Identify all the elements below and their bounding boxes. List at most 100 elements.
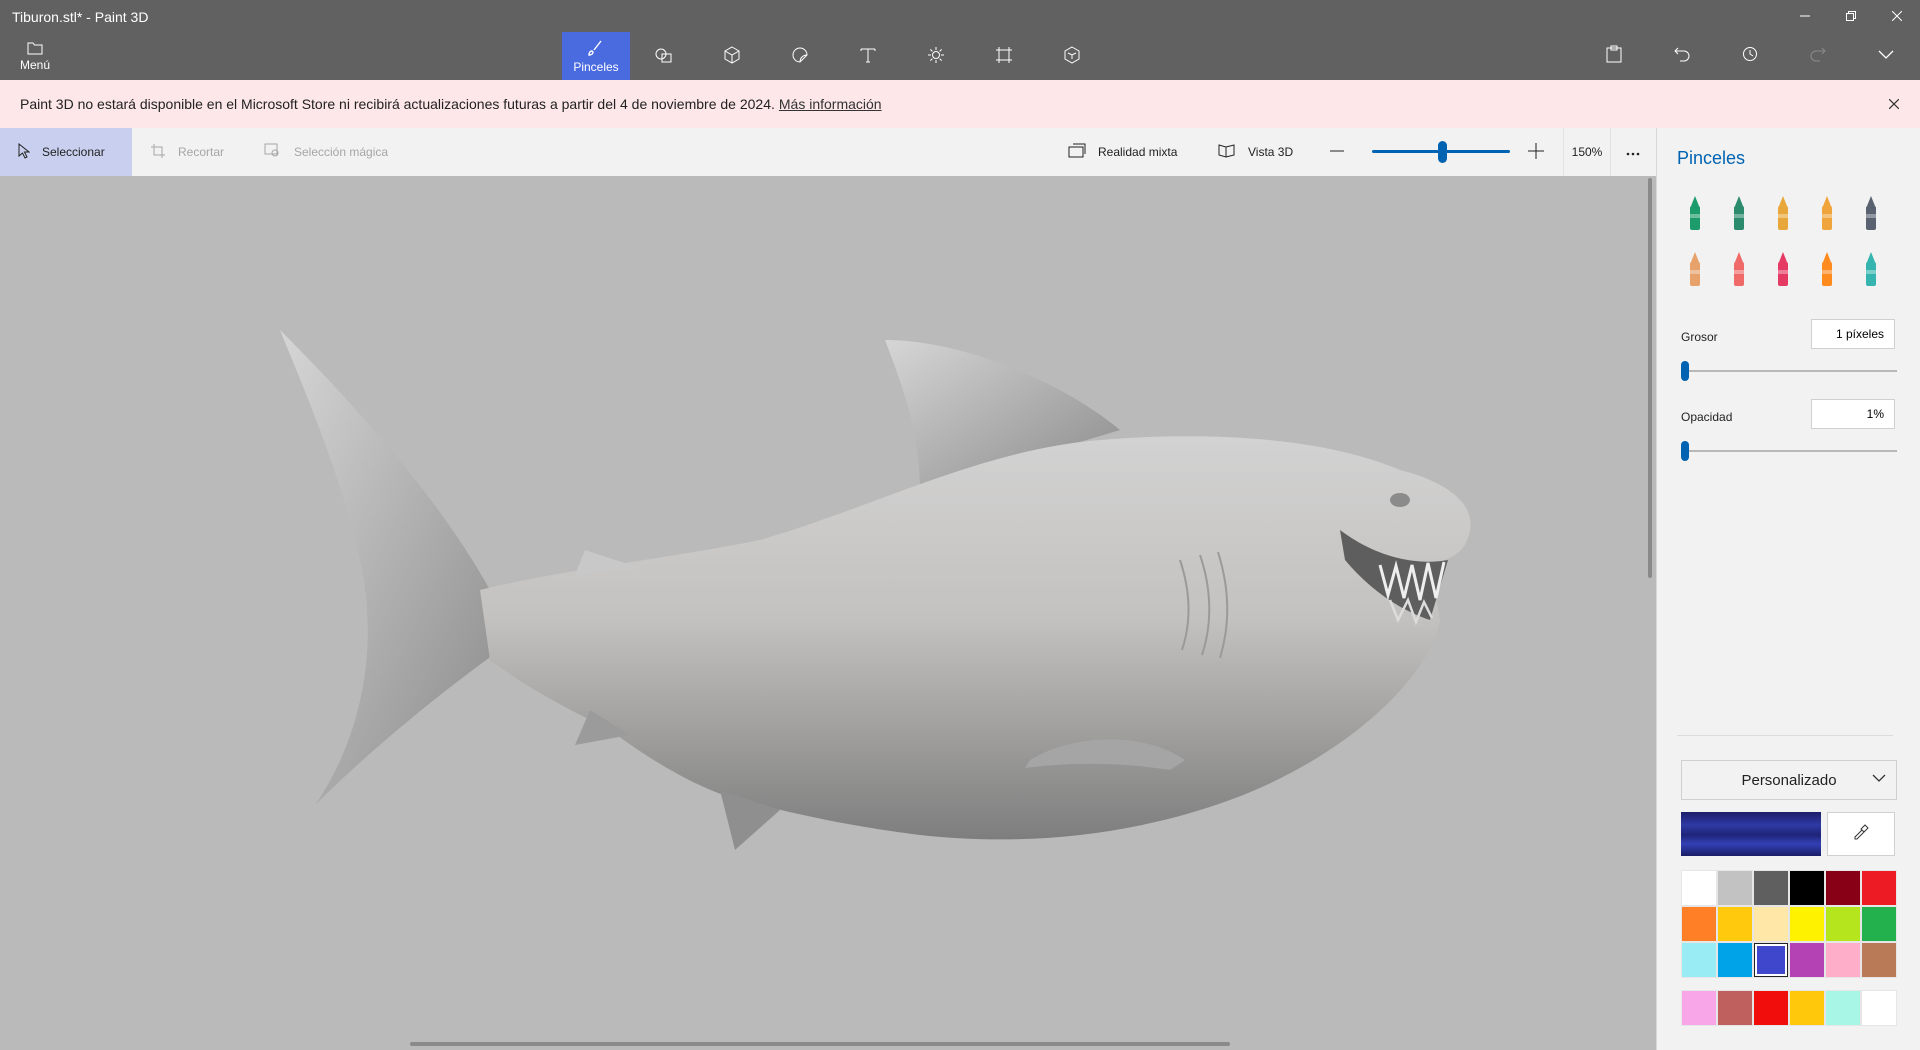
redo-icon (1810, 46, 1826, 67)
paste-button[interactable] (1580, 34, 1648, 78)
color-swatch[interactable] (1681, 942, 1717, 978)
select-button[interactable]: Seleccionar (0, 128, 132, 176)
zoom-level[interactable]: 150% (1563, 128, 1611, 176)
color-mode-label: Personalizado (1741, 771, 1837, 789)
window-title: Tiburon.stl* - Paint 3D (12, 9, 149, 25)
zoom-in-button[interactable] (1522, 128, 1550, 176)
minimize-icon[interactable] (1782, 0, 1828, 32)
magic-select-button[interactable]: Selección mágica (246, 128, 406, 176)
tab-3d-library[interactable] (1038, 32, 1106, 80)
tab-canvas[interactable] (970, 32, 1038, 80)
more-info-link[interactable]: Más información (779, 96, 882, 112)
brush-oil-brush[interactable] (1761, 186, 1805, 242)
color-mode-dropdown[interactable]: Personalizado (1681, 760, 1897, 800)
zoom-out-button[interactable] (1324, 128, 1350, 176)
thickness-slider-track[interactable] (1681, 370, 1897, 372)
color-swatch[interactable] (1753, 990, 1789, 1026)
3d-shapes-icon (723, 45, 741, 67)
magic-select-icon (264, 143, 282, 162)
opacity-slider-thumb[interactable] (1681, 441, 1689, 461)
close-icon[interactable] (1874, 0, 1920, 32)
color-swatch[interactable] (1861, 870, 1897, 906)
brush-calligraphy-pen[interactable] (1717, 186, 1761, 242)
brush-fill[interactable] (1849, 242, 1893, 298)
banner-message: Paint 3D no estará disponible en el Micr… (20, 96, 775, 112)
brush-watercolor[interactable] (1805, 186, 1849, 242)
brush-spray-can[interactable] (1805, 242, 1849, 298)
tab-2d-shapes[interactable] (630, 32, 698, 80)
stickers-icon (791, 46, 809, 67)
notification-banner: Paint 3D no estará disponible en el Micr… (0, 80, 1920, 128)
redo-button[interactable] (1784, 34, 1852, 78)
banner-close-button[interactable] (1884, 94, 1904, 114)
color-swatch[interactable] (1717, 870, 1753, 906)
chevron-down-icon (1878, 47, 1894, 65)
drawing-canvas[interactable] (0, 176, 1656, 1050)
mixed-reality-icon (1068, 143, 1086, 162)
current-color-swatch[interactable] (1681, 812, 1821, 856)
color-swatch[interactable] (1753, 942, 1789, 978)
color-swatch[interactable] (1717, 942, 1753, 978)
shark-model[interactable] (0, 176, 1656, 1050)
ribbon-tools: Pinceles (562, 32, 1106, 80)
horizontal-scrollbar[interactable] (410, 1042, 1230, 1046)
eyedropper-button[interactable] (1827, 812, 1895, 856)
watercolor-icon (1822, 196, 1832, 230)
opacity-label: Opacidad (1681, 410, 1733, 424)
color-swatch[interactable] (1681, 990, 1717, 1026)
brush-eraser[interactable] (1717, 242, 1761, 298)
zoom-slider-thumb[interactable] (1438, 141, 1447, 163)
plus-icon (1528, 142, 1544, 162)
tab-text[interactable] (834, 32, 902, 80)
thickness-slider-thumb[interactable] (1681, 361, 1689, 381)
brush-pixel-pen[interactable] (1849, 186, 1893, 242)
color-swatch[interactable] (1789, 942, 1825, 978)
title-ribbon-bar: Tiburon.stl* - Paint 3D Menú Pinceles (0, 0, 1920, 80)
color-swatch[interactable] (1825, 942, 1861, 978)
tab-effects[interactable] (902, 32, 970, 80)
color-swatch[interactable] (1789, 906, 1825, 942)
brush-marker[interactable] (1673, 186, 1717, 242)
more-options-button[interactable] (1614, 128, 1652, 176)
crayon-icon (1778, 252, 1788, 286)
opacity-input[interactable]: 1% (1811, 399, 1895, 429)
panel-title: Pinceles (1677, 148, 1746, 168)
crop-button[interactable]: Recortar (132, 128, 242, 176)
undo-button[interactable] (1648, 34, 1716, 78)
history-button[interactable] (1716, 34, 1784, 78)
crop-icon (150, 143, 166, 162)
restore-icon[interactable] (1828, 0, 1874, 32)
tab-brushes[interactable]: Pinceles (562, 32, 630, 80)
color-swatch[interactable] (1717, 906, 1753, 942)
close-icon (1888, 96, 1900, 112)
secondary-toolbar: Seleccionar Recortar Selección mágica Re… (0, 128, 1656, 176)
color-swatch[interactable] (1753, 870, 1789, 906)
color-swatch[interactable] (1825, 906, 1861, 942)
color-swatch[interactable] (1825, 990, 1861, 1026)
mixed-reality-button[interactable]: Realidad mixta (1050, 128, 1195, 176)
color-swatch[interactable] (1861, 990, 1897, 1026)
color-swatch[interactable] (1681, 870, 1717, 906)
brush-pencil[interactable] (1673, 242, 1717, 298)
color-swatch[interactable] (1825, 870, 1861, 906)
brush-icon (587, 39, 605, 60)
tab-3d-shapes[interactable] (698, 32, 766, 80)
expand-button[interactable] (1852, 34, 1920, 78)
view-3d-button[interactable]: Vista 3D (1200, 128, 1311, 176)
thickness-input[interactable]: 1 píxeles (1811, 319, 1895, 349)
color-swatch[interactable] (1789, 870, 1825, 906)
color-swatch[interactable] (1717, 990, 1753, 1026)
opacity-slider-track[interactable] (1681, 450, 1897, 452)
color-swatch[interactable] (1789, 990, 1825, 1026)
panel-divider (1677, 735, 1893, 736)
color-swatch[interactable] (1753, 906, 1789, 942)
thickness-label: Grosor (1681, 330, 1718, 344)
tab-stickers[interactable] (766, 32, 834, 80)
color-swatch[interactable] (1681, 906, 1717, 942)
brush-crayon[interactable] (1761, 242, 1805, 298)
crop-label: Recortar (178, 145, 225, 159)
vertical-scrollbar[interactable] (1648, 178, 1652, 578)
menu-button[interactable]: Menú (8, 34, 62, 78)
color-swatch[interactable] (1861, 942, 1897, 978)
color-swatch[interactable] (1861, 906, 1897, 942)
